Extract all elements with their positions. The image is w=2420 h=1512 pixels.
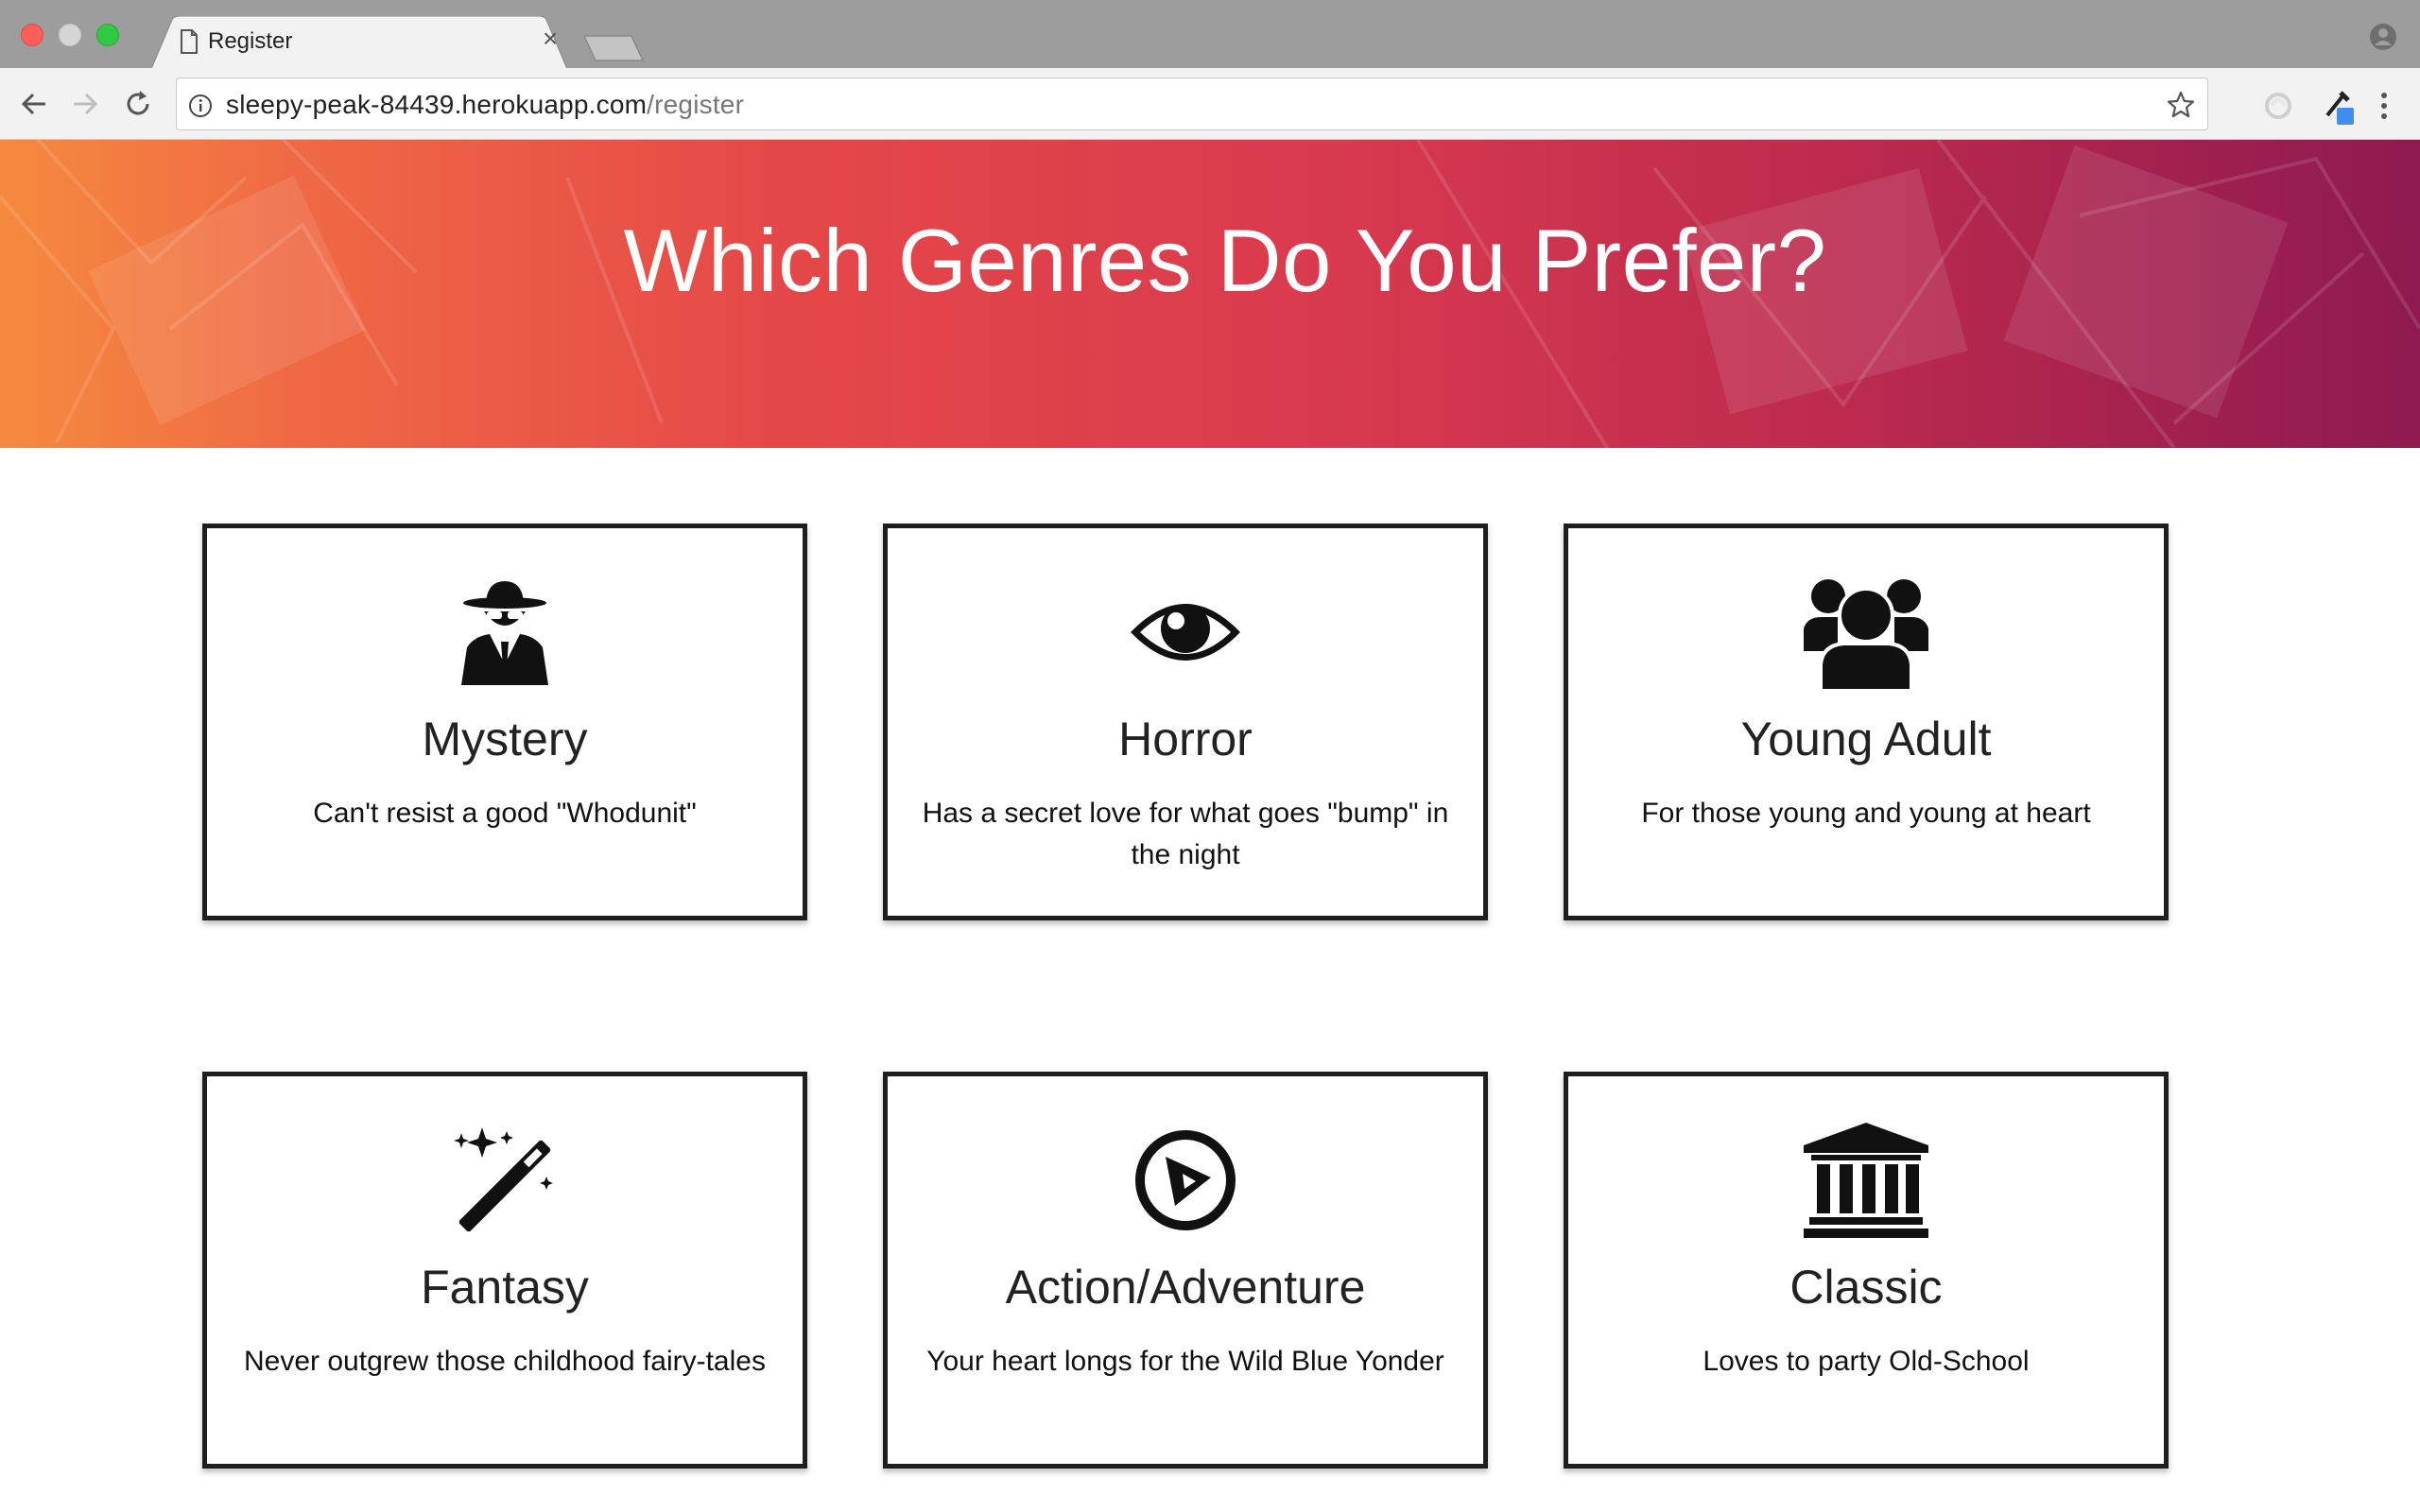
genre-title: Mystery (422, 713, 588, 765)
genre-card-action-adventure[interactable]: Action/Adventure Your heart longs for th… (883, 1072, 1488, 1469)
genre-description: Has a secret love for what goes "bump" i… (922, 798, 1449, 870)
genre-card-horror[interactable]: Horror Has a secret love for what goes "… (883, 524, 1488, 920)
genre-description: Never outgrew those childhood fairy-tale… (244, 1346, 766, 1377)
eye-icon (888, 576, 1483, 689)
genre-description: Can't resist a good "Whodunit" (313, 798, 697, 829)
url-path: /register (647, 90, 745, 119)
page-title: Which Genres Do You Prefer? (623, 211, 1827, 310)
url-text: sleepy-peak-84439.herokuapp.com/register (226, 90, 744, 120)
bookmark-star-icon[interactable] (2166, 90, 2196, 125)
genre-description: For those young and young at heart (1641, 798, 2091, 829)
more-menu-icon[interactable] (2378, 91, 2390, 126)
minimize-window-button[interactable] (59, 24, 81, 46)
genre-card-mystery[interactable]: Mystery Can't resist a good "Whodunit" (202, 524, 807, 920)
tab-close-icon[interactable]: × (543, 26, 558, 52)
info-icon[interactable] (188, 94, 213, 123)
eyedropper-extension-icon[interactable] (2322, 87, 2356, 129)
genre-card-young-adult[interactable]: Young Adult For those young and young at… (1564, 524, 2169, 920)
magic-wand-icon (207, 1124, 803, 1237)
forward-arrow-icon[interactable] (68, 87, 102, 126)
genre-title: Classic (1789, 1261, 1943, 1314)
profile-icon[interactable] (2369, 23, 2397, 56)
maximize-window-button[interactable] (96, 24, 119, 46)
genre-description: Your heart longs for the Wild Blue Yonde… (926, 1346, 1444, 1377)
url-host: sleepy-peak-84439.herokuapp.com (226, 90, 648, 119)
compass-icon (888, 1124, 1483, 1237)
browser-tab-register[interactable]: Register × (151, 16, 568, 69)
close-window-button[interactable] (21, 24, 43, 46)
genre-title: Horror (1118, 713, 1253, 765)
genre-description: Loves to party Old-School (1703, 1346, 2030, 1377)
genre-title: Fantasy (421, 1261, 589, 1314)
tab-title: Register (208, 28, 293, 54)
extension-icon[interactable] (2263, 91, 2293, 126)
reload-icon[interactable] (121, 87, 155, 126)
genre-card-fantasy[interactable]: Fantasy Never outgrew those childhood fa… (202, 1072, 807, 1469)
browser-toolbar: sleepy-peak-84439.herokuapp.com/register (0, 68, 2420, 140)
address-bar[interactable]: sleepy-peak-84439.herokuapp.com/register (176, 77, 2208, 130)
browser-tabstrip: Register × (0, 0, 2420, 69)
users-icon (1568, 576, 2164, 691)
spy-icon (207, 576, 803, 689)
genre-card-classic[interactable]: Classic Loves to party Old-School (1564, 1072, 2169, 1469)
new-tab-button[interactable] (582, 34, 645, 67)
bank-icon (1568, 1123, 2164, 1238)
genre-title: Young Adult (1740, 713, 1992, 765)
hero-banner: Which Genres Do You Prefer? (0, 140, 2420, 448)
back-arrow-icon[interactable] (17, 87, 51, 126)
document-icon (180, 29, 199, 59)
genre-title: Action/Adventure (1005, 1261, 1366, 1314)
